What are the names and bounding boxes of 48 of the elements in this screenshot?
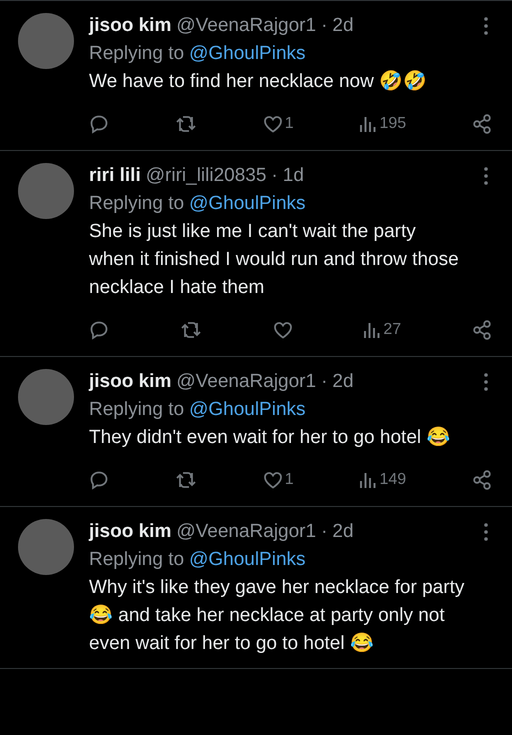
post-time: 2d [332,370,354,394]
bar-chart-icon [363,321,382,339]
replying-label: Replying to [89,192,184,216]
views-button[interactable]: 27 [363,321,402,339]
reply-button[interactable] [89,320,109,340]
share-icon[interactable] [472,470,492,490]
share-icon[interactable] [472,320,492,340]
user-handle[interactable]: @VeenaRajgor1 [176,519,316,545]
user-name[interactable]: riri lili [89,163,141,189]
tweet-text: She is just like me I can't wait the party when it finished I would run and throw those necklace I hate them [89,220,460,300]
more-options-icon[interactable] [484,523,488,541]
user-name[interactable]: jisoo kim [89,519,172,545]
replying-label: Replying to [89,42,184,66]
repost-button[interactable] [180,320,202,340]
repost-button[interactable] [174,114,197,134]
share-icon[interactable] [472,114,492,134]
views-button[interactable]: 195 [359,115,406,133]
replying-label: Replying to [89,398,184,422]
reply-button[interactable] [89,470,109,490]
bar-chart-icon [359,115,378,133]
user-name[interactable]: jisoo kim [89,369,172,395]
more-options-icon[interactable] [484,373,488,391]
post-time: 2d [332,520,354,544]
post-time: 2d [332,14,354,38]
bar-chart-icon [359,471,378,489]
separator-dot: · [321,370,328,394]
post-time: 1d [282,164,304,188]
reply-button[interactable] [89,114,109,134]
mention-link[interactable]: @GhoulPinks [189,545,306,574]
like-button[interactable] [272,321,293,339]
tweet-text: They didn't even wait for her to go hotel 😂 [89,426,452,450]
replying-label: Replying to [89,548,184,572]
separator-dot: · [271,164,278,188]
user-handle[interactable]: @riri_lili20835 [146,163,266,189]
tweet-text: Why it's like they gave her necklace for party 😂 and take her necklace at party only not even wait for her to go to hotel 😂 [89,576,466,656]
user-handle[interactable]: @VeenaRajgor1 [176,369,316,395]
separator-dot: · [321,520,328,544]
mention-link[interactable]: @GhoulPinks [189,39,306,68]
user-name[interactable]: jisoo kim [89,13,172,39]
mention-link[interactable]: @GhoulPinks [189,395,306,424]
mention-link[interactable]: @GhoulPinks [189,189,306,218]
separator-dot: · [321,14,328,38]
tweet-text: We have to find her necklace now 🤣🤣 [89,69,428,94]
user-handle[interactable]: @VeenaRajgor1 [176,13,316,39]
more-options-icon[interactable] [484,17,488,35]
more-options-icon[interactable] [484,167,488,185]
repost-button[interactable] [174,470,197,490]
views-button[interactable]: 149 [359,471,406,489]
